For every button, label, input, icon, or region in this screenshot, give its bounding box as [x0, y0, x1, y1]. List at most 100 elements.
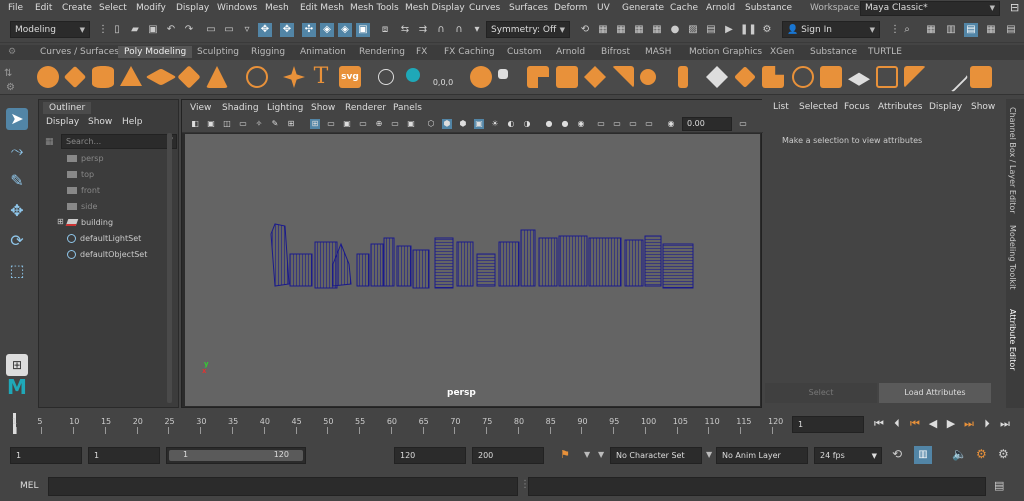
- outliner-menu-show[interactable]: Show: [88, 117, 112, 127]
- tab-sculpting[interactable]: Sculpting: [191, 46, 245, 58]
- tab-fx-caching[interactable]: FX Caching: [438, 46, 501, 58]
- input-output-icon[interactable]: ⇆: [398, 23, 412, 37]
- viewport-menu-renderer[interactable]: Renderer: [345, 103, 386, 113]
- toggle-layout-icon[interactable]: ▥: [944, 23, 958, 37]
- step-back-frame-icon[interactable]: ⏴: [890, 417, 904, 431]
- go-to-end-icon[interactable]: ⏭: [998, 417, 1012, 431]
- select-tool-icon[interactable]: ➤: [6, 108, 28, 130]
- menu-edit[interactable]: Edit: [35, 3, 52, 13]
- magnet-icon[interactable]: ∩: [434, 23, 448, 37]
- anti-aliasing-icon[interactable]: ●: [560, 119, 570, 129]
- menu-create[interactable]: Create: [62, 3, 92, 13]
- select-button[interactable]: Select: [765, 383, 877, 403]
- 2d-pan-zoom-icon[interactable]: ✧: [254, 119, 264, 129]
- extract-icon[interactable]: [527, 66, 549, 88]
- menu-mesh[interactable]: Mesh: [265, 3, 289, 13]
- layout-grid-icon[interactable]: ⊞: [6, 354, 28, 376]
- grid-icon[interactable]: ⊞: [310, 119, 320, 129]
- redo-icon[interactable]: ↷: [182, 23, 196, 37]
- anim-layer-dropdown[interactable]: No Anim Layer: [716, 447, 808, 464]
- fill-hole-icon[interactable]: [876, 66, 898, 88]
- mel-label[interactable]: MEL: [20, 481, 38, 491]
- modeling-toolkit-icon[interactable]: ▦: [924, 23, 938, 37]
- field-chart-icon[interactable]: ⊕: [374, 119, 384, 129]
- shelf-options-icon[interactable]: ⇅: [4, 68, 12, 79]
- building-wireframe[interactable]: [185, 134, 760, 406]
- menu-display[interactable]: Display: [176, 3, 209, 13]
- hypershade-icon[interactable]: ●: [668, 23, 682, 37]
- select-object-icon[interactable]: ▭: [222, 23, 236, 37]
- paint-select-icon[interactable]: ✎: [6, 170, 28, 192]
- go-to-start-icon[interactable]: ⏮: [872, 417, 886, 431]
- range-bar[interactable]: 1 120: [166, 447, 306, 464]
- new-scene-icon[interactable]: ▯: [110, 23, 124, 37]
- attr-menu-display[interactable]: Display: [929, 102, 962, 112]
- poly-cone-icon[interactable]: [120, 66, 142, 86]
- playback-start-field[interactable]: 1: [88, 447, 160, 464]
- select-hierarchy-icon[interactable]: ▭: [204, 23, 218, 37]
- channel-box-icon[interactable]: ▤: [1004, 23, 1018, 37]
- script-editor-icon[interactable]: ▤: [994, 479, 1004, 492]
- outliner-item-persp[interactable]: persp: [67, 154, 104, 163]
- resolution-gate-icon[interactable]: ▣: [342, 119, 352, 129]
- render-settings-icon[interactable]: ▦: [650, 23, 664, 37]
- outliner-item-side[interactable]: side: [67, 202, 97, 211]
- step-forward-key-icon[interactable]: ⏭: [962, 417, 976, 431]
- pause-icon[interactable]: ❚❚: [740, 23, 757, 37]
- outliner-search-input[interactable]: Search... ▼: [61, 134, 177, 149]
- gamma-icon[interactable]: ▭: [738, 119, 748, 129]
- menu-edit-mesh[interactable]: Edit Mesh: [300, 3, 344, 13]
- render-view-icon[interactable]: ▨: [686, 23, 700, 37]
- command-input[interactable]: [48, 477, 518, 496]
- remesh-icon[interactable]: [640, 69, 656, 85]
- tab-attribute-editor[interactable]: Attribute Editor: [1008, 309, 1017, 371]
- load-attributes-button[interactable]: Load Attributes: [879, 383, 991, 403]
- quad-draw-icon[interactable]: [970, 66, 992, 88]
- circularize-icon[interactable]: [792, 66, 814, 88]
- menu-file[interactable]: File: [8, 3, 23, 13]
- svg-icon[interactable]: svg: [339, 66, 361, 88]
- menu-modify[interactable]: Modify: [136, 3, 166, 13]
- xray-joints-icon[interactable]: ▭: [628, 119, 638, 129]
- shadows-icon[interactable]: ◐: [506, 119, 516, 129]
- attr-menu-selected[interactable]: Selected: [799, 102, 838, 112]
- exposure-field[interactable]: 0.00: [682, 117, 732, 131]
- bridge-icon[interactable]: [706, 66, 728, 88]
- shelf-menu-icon[interactable]: ⚙: [2, 46, 22, 58]
- xray-components-icon[interactable]: ▭: [644, 119, 654, 129]
- fps-dropdown[interactable]: 24 fps ▼: [814, 447, 882, 464]
- snap-point-icon[interactable]: ✣: [302, 23, 316, 37]
- multi-cut-icon[interactable]: [937, 61, 969, 93]
- menu-curves[interactable]: Curves: [469, 3, 500, 13]
- bevel-icon[interactable]: [734, 66, 756, 88]
- boolean-icon[interactable]: [584, 66, 606, 88]
- expand-icon[interactable]: ⊞: [57, 217, 64, 226]
- menu-generate[interactable]: Generate: [622, 3, 664, 13]
- attr-menu-focus[interactable]: Focus: [844, 102, 870, 112]
- viewport-menu-panels[interactable]: Panels: [393, 103, 422, 113]
- textured-icon[interactable]: ▣: [474, 119, 484, 129]
- safe-title-icon[interactable]: ▣: [406, 119, 416, 129]
- bevel-box-icon[interactable]: [762, 66, 784, 88]
- depth-of-field-icon[interactable]: ◉: [576, 119, 586, 129]
- grid-toggle-icon[interactable]: ⊞: [286, 119, 296, 129]
- rotate-tool-icon[interactable]: ⟳: [6, 230, 28, 252]
- tab-custom[interactable]: Custom: [501, 46, 547, 58]
- tab-bifrost[interactable]: Bifrost: [595, 46, 636, 58]
- safe-action-icon[interactable]: ▭: [390, 119, 400, 129]
- preferences-icon[interactable]: ⚙: [998, 447, 1009, 461]
- tab-arnold[interactable]: Arnold: [550, 46, 591, 58]
- combine-icon[interactable]: [470, 66, 492, 88]
- ambient-occlusion-icon[interactable]: ◑: [522, 119, 532, 129]
- wireframe-icon[interactable]: ⬡: [426, 119, 436, 129]
- undo-icon[interactable]: ↶: [164, 23, 178, 37]
- poly-plane-icon[interactable]: [145, 68, 177, 86]
- outliner-item-defaultlightset[interactable]: defaultLightSet: [67, 234, 141, 243]
- smooth-icon[interactable]: [556, 66, 578, 88]
- ipr-render-icon[interactable]: ▦: [632, 23, 646, 37]
- viewport-menu-lighting[interactable]: Lighting: [267, 103, 303, 113]
- reduce-icon[interactable]: [612, 66, 634, 88]
- use-all-lights-icon[interactable]: ☀: [490, 119, 500, 129]
- attr-menu-show[interactable]: Show: [971, 102, 995, 112]
- wireframe-on-shaded-icon[interactable]: ⬢: [458, 119, 468, 129]
